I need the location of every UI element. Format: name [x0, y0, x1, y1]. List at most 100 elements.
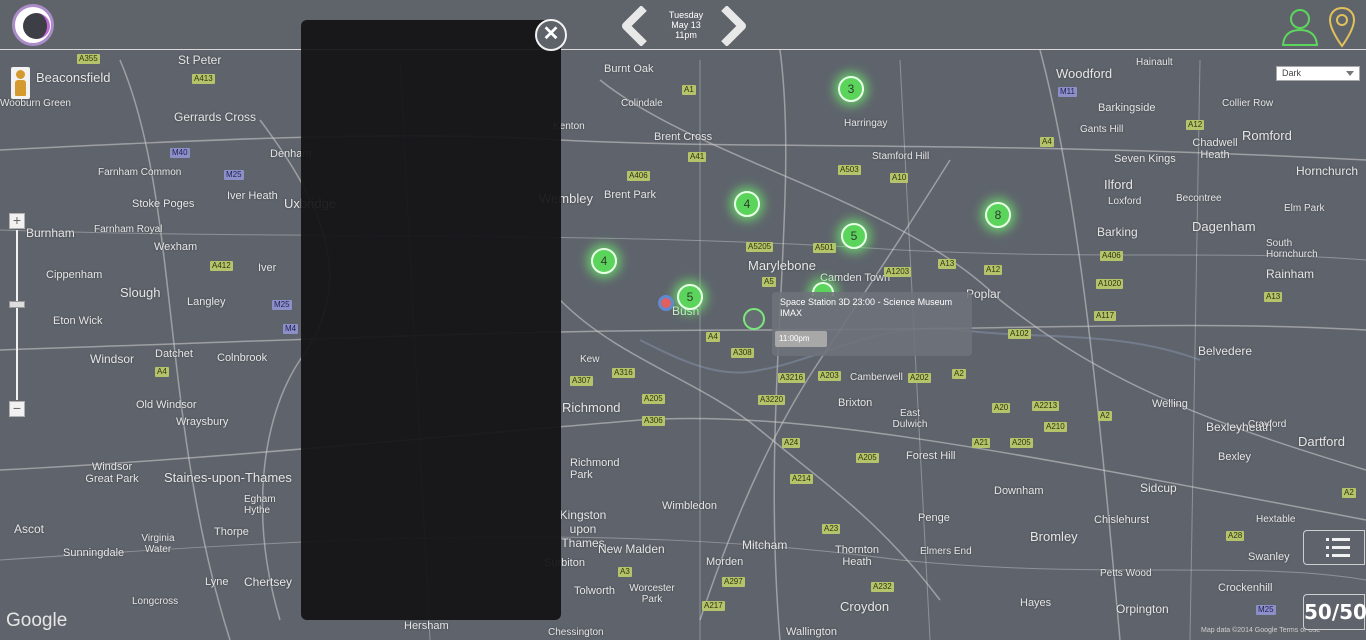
road-shield: A316	[612, 368, 635, 378]
place-label: Ilford	[1104, 177, 1133, 192]
place-label: Richmond	[562, 400, 621, 415]
place-label: Marylebone	[748, 258, 816, 273]
zoom-slider-handle[interactable]	[9, 301, 25, 308]
place-label: Iver Heath	[227, 190, 278, 202]
map-roads	[0, 49, 1366, 640]
road-shield: M40	[170, 148, 190, 158]
event-cluster-marker[interactable]: 5	[841, 223, 867, 249]
details-panel[interactable]	[301, 20, 561, 620]
road-shield: A210	[1044, 422, 1067, 432]
zoom-slider-track[interactable]	[16, 230, 18, 400]
road-shield: A501	[813, 243, 836, 253]
road-shield: A1203	[884, 267, 912, 277]
place-label: Beaconsfield	[36, 70, 111, 85]
road-shield: A214	[790, 474, 813, 484]
place-label: Chadwell Heath	[1192, 137, 1238, 161]
place-label: Tolworth	[574, 585, 615, 597]
place-label: Becontree	[1176, 193, 1222, 204]
road-shield: A406	[627, 171, 650, 181]
place-label: St Peter	[178, 53, 222, 67]
road-shield: M11	[1058, 87, 1077, 97]
place-label: Kew	[580, 354, 600, 365]
road-shield: A2	[1342, 488, 1356, 498]
next-day-chevron-icon[interactable]	[716, 6, 750, 46]
road-shield: A12	[1186, 120, 1205, 130]
place-label: Eton Wick	[53, 315, 103, 327]
place-label: Wooburn Green	[0, 98, 71, 109]
place-label: Wimbledon	[662, 500, 718, 512]
place-label: Chislehurst	[1094, 514, 1150, 526]
road-shield: A203	[818, 371, 841, 381]
road-shield: A4	[155, 367, 169, 377]
place-label: Burnham	[26, 226, 75, 240]
place-label: Morden	[706, 556, 744, 568]
place-label: Windsor Great Park	[85, 461, 139, 485]
place-label: Hextable	[1256, 514, 1296, 525]
road-shield: A2	[1098, 411, 1112, 421]
road-shield: A406	[1100, 251, 1123, 261]
zoom-out-button[interactable]: −	[9, 401, 25, 417]
event-cluster-marker[interactable]: 8	[985, 202, 1011, 228]
list-view-button[interactable]	[1303, 530, 1365, 565]
event-cluster-marker[interactable]: 4	[734, 191, 760, 217]
place-label: Hayes	[1020, 597, 1052, 609]
road-shield: A306	[642, 416, 665, 426]
street-view-pegman-icon[interactable]	[11, 67, 30, 99]
road-shield: A12	[984, 265, 1003, 275]
place-label: South Hornchurch	[1266, 238, 1318, 260]
close-panel-button[interactable]: ✕	[535, 19, 567, 51]
place-label: Sunningdale	[63, 547, 125, 559]
brand-logo[interactable]: 50/50	[1303, 594, 1366, 630]
place-label: Wallington	[786, 626, 837, 638]
road-shield: A13	[938, 259, 957, 269]
place-label: Belvedere	[1198, 344, 1253, 358]
place-label: Old Windsor	[136, 399, 197, 411]
event-cluster-marker[interactable]: 3	[838, 76, 864, 102]
place-label: East Dulwich	[892, 408, 928, 430]
place-label: Ascot	[14, 522, 45, 536]
place-label: Swanley	[1248, 551, 1290, 563]
road-shield: A205	[642, 394, 665, 404]
map-canvas[interactable]: Beaconsfield St Peter Wooburn Green Gerr…	[0, 0, 1366, 640]
road-shield: M25	[272, 300, 292, 310]
place-label: Datchet	[155, 348, 193, 360]
place-label: Petts Wood	[1100, 568, 1152, 579]
app-logo-icon[interactable]	[12, 4, 54, 46]
previous-day-chevron-icon[interactable]	[618, 6, 652, 46]
app-root: Beaconsfield St Peter Wooburn Green Gerr…	[0, 0, 1366, 640]
road-shield: M4	[283, 324, 299, 334]
place-label: Farnham Royal	[94, 224, 163, 235]
place-label: Croydon	[840, 599, 890, 614]
event-cluster-marker[interactable]: 5	[677, 284, 703, 310]
date-display: Tuesday May 13 11pm	[660, 10, 712, 40]
place-label: Barking	[1097, 225, 1138, 239]
place-label: Seven Kings	[1114, 153, 1176, 165]
place-label: Brent Cross	[654, 131, 713, 143]
place-label: Camberwell	[850, 372, 903, 383]
road-shield: A4	[706, 332, 720, 342]
road-shield: A21	[972, 438, 991, 448]
selected-event-marker[interactable]	[743, 308, 765, 330]
place-label: Romford	[1242, 128, 1292, 143]
road-shield: A308	[731, 348, 754, 358]
user-profile-icon[interactable]	[1280, 6, 1320, 46]
map-style-select[interactable]: Dark	[1276, 66, 1360, 81]
place-label: Dartford	[1298, 434, 1345, 449]
road-shield: A1020	[1096, 279, 1124, 289]
place-label: Stoke Poges	[132, 198, 195, 210]
place-label: Staines-upon-Thames	[164, 470, 292, 485]
location-pin-icon[interactable]	[1328, 6, 1356, 48]
place-label: Chertsey	[244, 575, 293, 589]
place-label: Brixton	[838, 397, 873, 409]
place-label: Langley	[187, 296, 226, 308]
road-shield: A117	[1094, 311, 1117, 321]
place-label: Forest Hill	[906, 450, 956, 462]
current-location-marker[interactable]	[658, 295, 674, 311]
event-cluster-marker[interactable]: 4	[591, 248, 617, 274]
road-shield: A412	[210, 261, 233, 271]
place-label: Elm Park	[1284, 203, 1325, 214]
event-tooltip[interactable]: Space Station 3D 23:00 - Science Museum …	[772, 292, 972, 356]
road-shield: A20	[992, 403, 1011, 413]
place-label: Hersham	[404, 620, 449, 632]
zoom-in-button[interactable]: +	[9, 213, 25, 229]
